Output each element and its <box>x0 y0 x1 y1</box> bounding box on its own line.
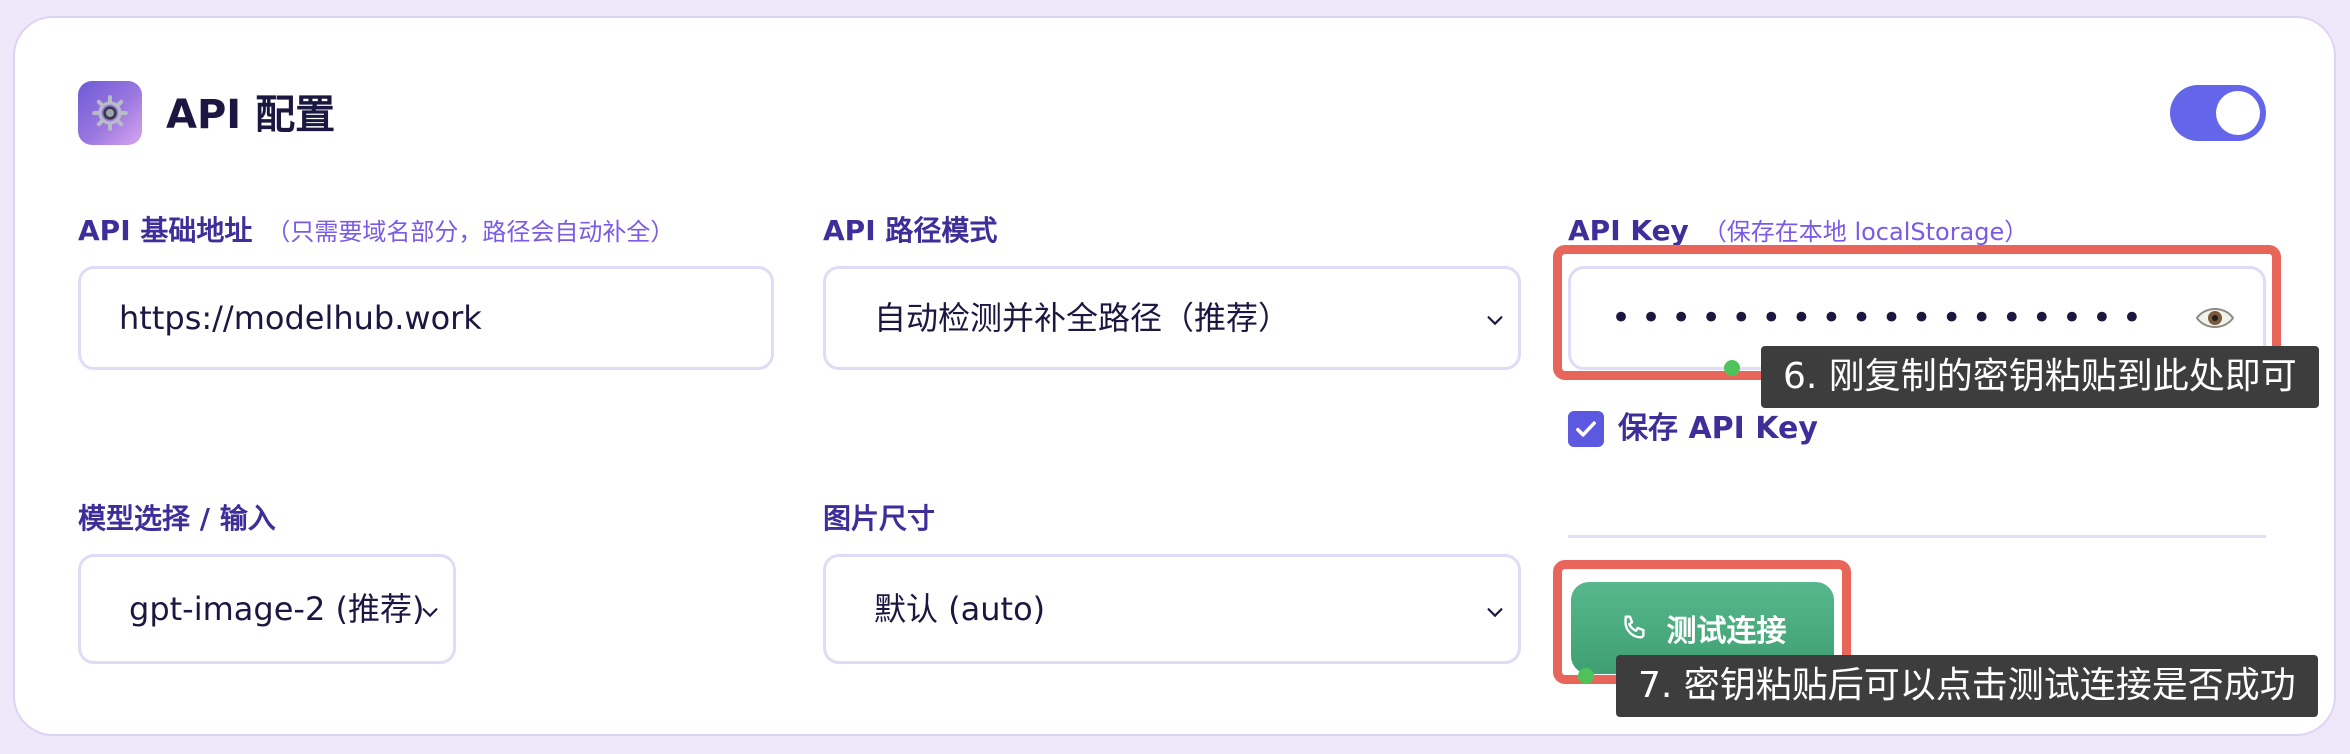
base-url-input[interactable]: https://modelhub.work <box>78 266 774 370</box>
model-value: gpt-image-2 (推荐) <box>129 590 425 628</box>
path-mode-value: 自动检测并补全路径（推荐） <box>874 299 1291 337</box>
chevron-down-icon <box>1487 316 1503 326</box>
base-url-label: API 基础地址 （只需要域名部分，路径会自动补全） <box>78 211 674 251</box>
base-url-value: https://modelhub.work <box>119 299 482 337</box>
step7-pointer <box>1578 668 1594 684</box>
model-label: 模型选择 / 输入 <box>78 502 276 535</box>
base-url-hint: （只需要域名部分，路径会自动补全） <box>266 218 675 246</box>
model-select[interactable]: gpt-image-2 (推荐) <box>78 554 456 664</box>
image-size-label: 图片尺寸 <box>823 502 936 535</box>
path-mode-select[interactable]: 自动检测并补全路径（推荐） <box>823 266 1521 370</box>
step6-pointer <box>1724 360 1740 376</box>
step7-annotation: 7. 密钥粘贴后可以点击测试连接是否成功 <box>1616 655 2318 717</box>
image-size-value: 默认 (auto) <box>874 590 1046 628</box>
step6-annotation: 6. 刚复制的密钥粘贴到此处即可 <box>1761 346 2319 408</box>
path-mode-label: API 路径模式 <box>823 214 998 247</box>
base-url-label-text: API 基础地址 <box>78 214 253 247</box>
api-key-label-text: API Key <box>1568 214 1689 247</box>
toggle-knob <box>2216 91 2260 135</box>
chevron-down-icon <box>422 608 438 618</box>
save-key-checkbox[interactable] <box>1568 411 1604 447</box>
api-key-hint: （保存在本地 localStorage） <box>1702 218 2029 246</box>
page-title: API 配置 <box>166 92 336 138</box>
checkmark-icon <box>1576 421 1596 437</box>
chevron-down-icon <box>1487 608 1503 618</box>
section-divider <box>1568 535 2266 538</box>
gear-icon <box>78 81 142 145</box>
save-key-label[interactable]: 保存 API Key <box>1618 409 1818 449</box>
api-config-toggle[interactable] <box>2170 85 2266 141</box>
image-size-select[interactable]: 默认 (auto) <box>823 554 1521 664</box>
